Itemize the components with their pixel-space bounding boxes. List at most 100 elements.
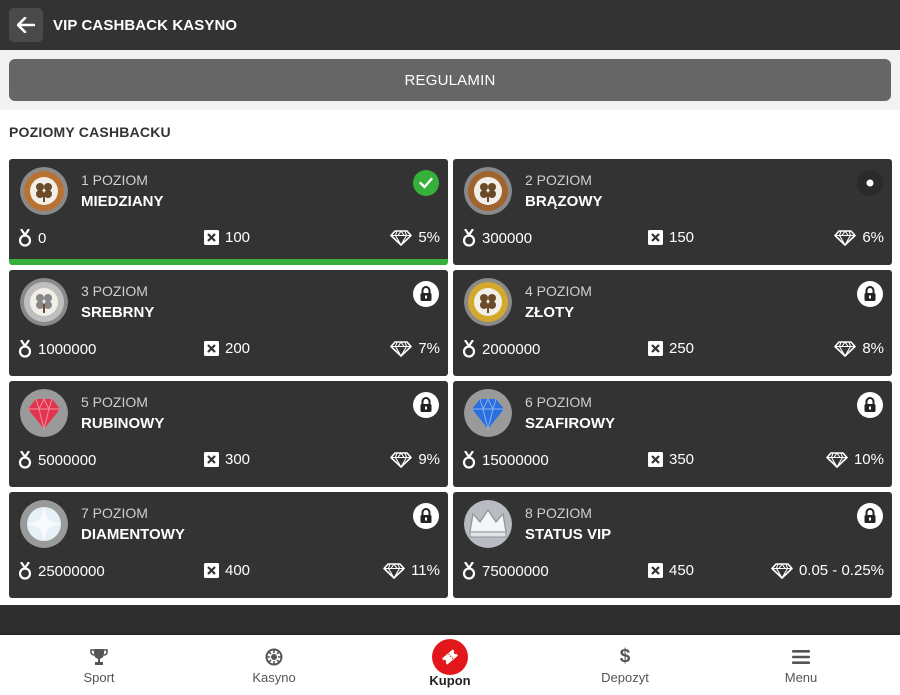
footer-divider	[0, 605, 900, 635]
multiplier-icon	[648, 452, 663, 467]
multiplier: 100	[204, 229, 250, 246]
points-requirement: 1000000	[18, 340, 96, 358]
cashback-rate: 10%	[826, 451, 884, 468]
nav-kupon-label[interactable]: Kupon	[360, 673, 540, 688]
locked-status	[857, 392, 883, 418]
multiplier-icon	[204, 452, 219, 467]
level-badge	[20, 500, 68, 548]
medal-icon	[462, 340, 476, 358]
level-number: 7 POZIOM	[81, 505, 148, 521]
lock-icon	[864, 286, 876, 301]
back-button[interactable]	[9, 8, 43, 42]
multiplier-value: 400	[225, 562, 251, 579]
diamond-icon	[390, 229, 413, 246]
diamond-icon	[390, 451, 413, 468]
level-badge-icon	[20, 167, 68, 215]
page-title: VIP CASHBACK KASYNO	[53, 16, 238, 34]
level-badge	[20, 389, 68, 437]
level-card[interactable]: 4 POZIOM ZŁOTY 2000000 250 8%	[453, 270, 892, 376]
regulamin-button[interactable]: REGULAMIN	[9, 59, 891, 101]
diamond-icon	[383, 562, 405, 579]
multiplier-icon	[204, 341, 219, 356]
cashback-rate: 11%	[383, 562, 440, 579]
multiplier-value: 450	[669, 562, 695, 579]
completed-status	[413, 170, 439, 196]
dollar-icon: $	[619, 645, 631, 667]
level-card[interactable]: 1 POZIOM MIEDZIANY 0 100 5%	[9, 159, 448, 265]
level-name: SREBRNY	[81, 304, 155, 321]
hamburger-icon	[792, 649, 810, 664]
nav-sport[interactable]: Sport	[9, 635, 189, 695]
lock-icon	[420, 286, 432, 301]
medal-icon	[462, 451, 476, 469]
top-header: VIP CASHBACK KASYNO	[0, 0, 900, 50]
cashback-rate: 9%	[390, 451, 440, 468]
level-card[interactable]: 2 POZIOM BRĄZOWY 300000 150 6%	[453, 159, 892, 265]
cashback-value: 7%	[418, 340, 440, 357]
multiplier-value: 250	[669, 340, 695, 357]
level-card[interactable]: 7 POZIOM DIAMENTOWY 25000000 400 11%	[9, 492, 448, 598]
multiplier-value: 350	[669, 451, 695, 468]
level-card[interactable]: 8 POZIOM STATUS VIP 75000000 450 0.05 - 0.25…	[453, 492, 892, 598]
nav-menu-label: Menu	[784, 669, 818, 685]
level-badge-icon	[20, 278, 68, 326]
medal-icon	[462, 229, 476, 247]
diamond-icon	[834, 229, 857, 246]
level-badge	[20, 167, 68, 215]
level-number: 2 POZIOM	[525, 172, 592, 188]
level-number: 5 POZIOM	[81, 394, 148, 410]
level-badge	[464, 500, 512, 548]
multiplier-value: 100	[225, 229, 251, 246]
level-card[interactable]: 3 POZIOM SREBRNY 1000000 200 7%	[9, 270, 448, 376]
multiplier: 300	[204, 451, 250, 468]
multiplier-value: 200	[225, 340, 251, 357]
level-badge	[464, 167, 512, 215]
points-requirement: 2000000	[462, 340, 540, 358]
multiplier: 250	[648, 340, 694, 357]
level-card[interactable]: 6 POZIOM SZAFIROWY 15000000 350 10%	[453, 381, 892, 487]
nav-sport-label: Sport	[83, 669, 115, 685]
nav-menu[interactable]: Menu	[711, 635, 891, 695]
arrow-left-icon	[17, 17, 35, 33]
levels-grid: 1 POZIOM MIEDZIANY 0 100 5% 2 POZIOM BRĄZOWY 30…	[9, 159, 892, 599]
points-value: 2000000	[482, 340, 541, 358]
nav-kupon-button[interactable]	[432, 639, 468, 675]
level-name: RUBINOWY	[81, 415, 165, 432]
lock-icon	[864, 508, 876, 523]
cashback-value: 9%	[418, 451, 440, 468]
level-badge	[464, 389, 512, 437]
multiplier: 150	[648, 229, 694, 246]
regulamin-section: REGULAMIN	[0, 50, 900, 110]
roulette-icon	[265, 648, 283, 665]
level-card[interactable]: 5 POZIOM RUBINOWY 5000000 300 9%	[9, 381, 448, 487]
points-requirement: 75000000	[462, 562, 549, 580]
level-badge-icon	[464, 278, 512, 326]
level-badge-icon	[464, 167, 512, 215]
cashback-rate: 5%	[390, 229, 440, 246]
level-number: 6 POZIOM	[525, 394, 592, 410]
check-icon	[419, 177, 433, 189]
cashback-value: 6%	[862, 229, 884, 246]
multiplier-icon	[648, 341, 663, 356]
medal-icon	[18, 229, 32, 247]
points-value: 5000000	[38, 451, 97, 469]
level-number: 8 POZIOM	[525, 505, 592, 521]
nav-depozyt[interactable]: $ Depozyt	[535, 635, 715, 695]
nav-kasyno[interactable]: Kasyno	[184, 635, 364, 695]
level-name: STATUS VIP	[525, 526, 612, 543]
cashback-value: 0.05 - 0.25%	[798, 562, 884, 579]
level-name: BRĄZOWY	[525, 193, 603, 210]
level-name: ZŁOTY	[525, 304, 575, 321]
level-badge-icon	[464, 389, 512, 437]
multiplier-icon	[204, 230, 219, 245]
medal-icon	[462, 562, 476, 580]
medal-icon	[18, 451, 32, 469]
multiplier: 450	[648, 562, 694, 579]
cashback-value: 8%	[862, 340, 884, 357]
multiplier: 200	[204, 340, 250, 357]
locked-status	[413, 281, 439, 307]
points-requirement: 25000000	[18, 562, 105, 580]
level-name: MIEDZIANY	[81, 193, 164, 210]
diamond-icon	[390, 340, 413, 357]
locked-status	[857, 281, 883, 307]
